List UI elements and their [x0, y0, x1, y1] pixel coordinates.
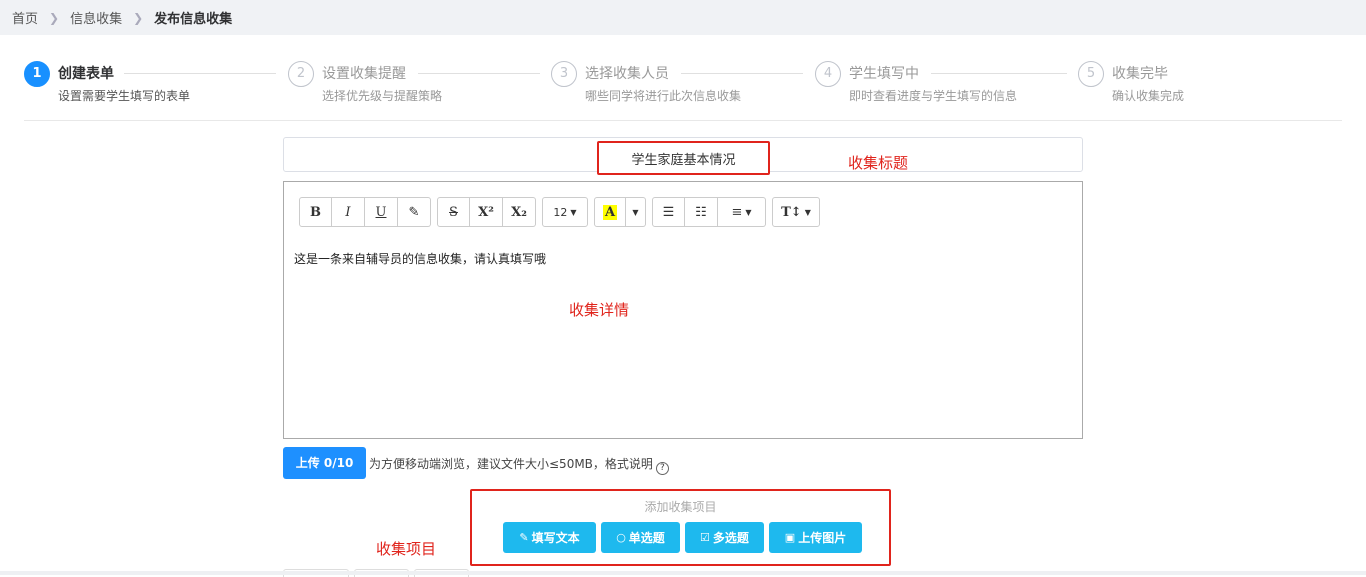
rich-text-editor: B I U ✎ S X² X₂ 12 ▼ A ▼ ☰ ☷ ≡ ▼ T↕ ▼ 这是…: [283, 181, 1083, 439]
step-title: 选择收集人员: [585, 66, 669, 82]
line-height-icon: T↕: [781, 204, 802, 220]
step-2: 2 设置收集提醒 选择优先级与提醒策略: [288, 61, 552, 111]
editor-content[interactable]: 这是一条来自辅导员的信息收集，请认真填写哦: [294, 250, 546, 267]
step-1: 1 创建表单 设置需要学生填写的表单: [24, 61, 288, 111]
title-field-container: [283, 137, 1083, 175]
caret-down-icon: ▼: [570, 207, 577, 217]
chevron-right-icon: ❯: [133, 10, 144, 25]
step-desc: 哪些同学将进行此次信息收集: [585, 89, 742, 103]
step-3: 3 选择收集人员 哪些同学将进行此次信息收集: [551, 61, 815, 111]
step-connector: [124, 73, 276, 74]
align-dropdown[interactable]: ≡ ▼: [718, 197, 766, 227]
add-multi-choice-button[interactable]: ☑ 多选题: [685, 522, 764, 553]
step-desc: 设置需要学生填写的表单: [58, 89, 191, 103]
step-number: 1: [24, 61, 50, 87]
step-title: 设置收集提醒: [322, 66, 406, 82]
add-image-upload-button[interactable]: ▣ 上传图片: [769, 522, 862, 553]
step-connector: [931, 73, 1067, 74]
add-single-choice-label: 单选题: [628, 531, 665, 545]
add-text-label: 填写文本: [531, 531, 580, 545]
step-desc: 选择优先级与提醒策略: [322, 89, 443, 103]
underline-button[interactable]: U: [365, 197, 398, 227]
add-items-label: 添加收集项目: [644, 500, 717, 514]
strikethrough-button[interactable]: S: [437, 197, 470, 227]
upload-hint: 为方便移动端浏览，建议文件大小≤50MB，格式说明?: [369, 455, 669, 475]
italic-button[interactable]: I: [332, 197, 365, 227]
add-text-button[interactable]: ✎ 填写文本: [503, 522, 596, 553]
subscript-button[interactable]: X₂: [503, 197, 536, 227]
text-color-dropdown[interactable]: ▼: [626, 197, 646, 227]
breadcrumb-info-collection[interactable]: 信息收集: [70, 8, 122, 27]
breadcrumb: 首页 ❯ 信息收集 ❯ 发布信息收集: [0, 0, 1366, 35]
upload-button[interactable]: 上传 0/10: [283, 447, 366, 479]
caret-down-icon: ▼: [804, 207, 811, 217]
breadcrumb-current: 发布信息收集: [154, 12, 233, 27]
step-4: 4 学生填写中 即时查看进度与学生填写的信息: [815, 61, 1079, 111]
step-desc: 即时查看进度与学生填写的信息: [849, 89, 1018, 103]
unordered-list-icon[interactable]: ☰: [652, 197, 685, 227]
step-progress: 1 创建表单 设置需要学生填写的表单 2 设置收集提醒 选择优先级与提醒策略 3…: [24, 56, 1342, 121]
collection-title-input[interactable]: [597, 141, 770, 175]
font-size-value: 12: [553, 205, 568, 219]
align-icon: ≡: [731, 204, 743, 220]
step-connector: [418, 73, 540, 74]
checkbox-icon: ☑: [700, 531, 710, 544]
bold-button[interactable]: B: [299, 197, 332, 227]
step-title: 收集完毕: [1112, 66, 1168, 82]
add-image-upload-label: 上传图片: [798, 531, 847, 545]
step-title: 学生填写中: [849, 66, 919, 82]
ordered-list-icon[interactable]: ☷: [685, 197, 718, 227]
step-number: 3: [551, 61, 577, 87]
chevron-right-icon: ❯: [49, 10, 60, 25]
step-title: 创建表单: [58, 66, 114, 82]
upload-hint-text: 为方便移动端浏览，建议文件大小≤50MB，格式说明: [369, 457, 653, 471]
caret-down-icon: ▼: [632, 207, 639, 217]
superscript-button[interactable]: X²: [470, 197, 503, 227]
add-single-choice-button[interactable]: ○ 单选题: [601, 522, 680, 553]
line-height-dropdown[interactable]: T↕ ▼: [772, 197, 820, 227]
question-icon[interactable]: ?: [655, 462, 669, 475]
annotation-items: 收集项目: [376, 540, 437, 558]
text-color-letter: A: [602, 204, 618, 220]
breadcrumb-home[interactable]: 首页: [12, 8, 38, 27]
annotation-title: 收集标题: [848, 154, 909, 172]
eraser-icon[interactable]: ✎: [398, 197, 431, 227]
step-connector: [681, 73, 803, 74]
annotation-detail: 收集详情: [569, 301, 630, 319]
step-5: 5 收集完毕 确认收集完成: [1078, 61, 1278, 111]
step-desc: 确认收集完成: [1112, 89, 1185, 103]
page-bottom-edge: [0, 571, 1366, 575]
collection-items-box: 添加收集项目 ✎ 填写文本 ○ 单选题 ☑ 多选题 ▣ 上传图片: [470, 489, 891, 566]
font-size-dropdown[interactable]: 12 ▼: [542, 197, 588, 227]
caret-down-icon: ▼: [745, 207, 752, 217]
step-number: 5: [1078, 61, 1104, 87]
step-number: 4: [815, 61, 841, 87]
pencil-icon: ✎: [519, 531, 529, 544]
image-icon: ▣: [784, 531, 796, 544]
add-multi-choice-label: 多选题: [712, 531, 749, 545]
text-color-button[interactable]: A: [594, 197, 626, 227]
item-buttons: ✎ 填写文本 ○ 单选题 ☑ 多选题 ▣ 上传图片: [503, 522, 867, 553]
editor-toolbar: B I U ✎ S X² X₂ 12 ▼ A ▼ ☰ ☷ ≡ ▼ T↕ ▼: [299, 197, 826, 227]
step-number: 2: [288, 61, 314, 87]
radio-icon: ○: [616, 531, 626, 544]
